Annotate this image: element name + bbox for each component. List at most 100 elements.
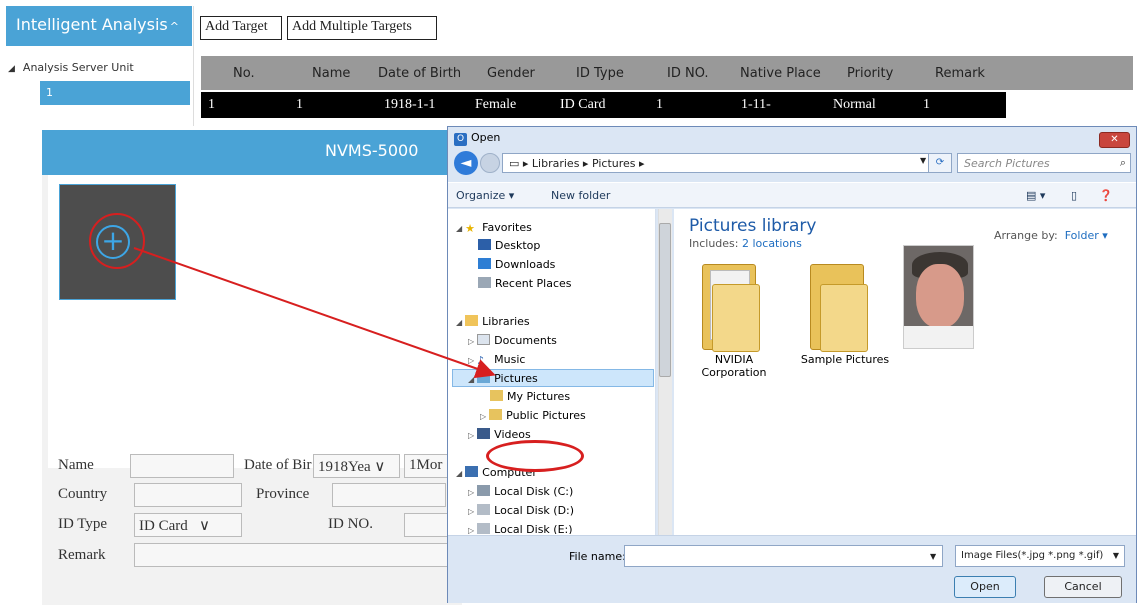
folder-front <box>820 284 868 352</box>
music-icon: ♪ <box>477 354 485 367</box>
tree-node-analysis-server-unit[interactable]: ◢ Analysis Server Unit <box>8 61 134 74</box>
breadcrumb-libraries[interactable]: Libraries <box>532 157 580 170</box>
address-dropdown-icon[interactable]: ▼ <box>920 156 926 165</box>
chevron-up-icon[interactable]: ^ <box>170 20 179 33</box>
column-header-native-place[interactable]: Native Place <box>740 66 821 81</box>
preview-pane-icon[interactable]: ▯ <box>1071 189 1077 202</box>
breadcrumb-pictures[interactable]: Pictures <box>592 157 636 170</box>
arrange-by-dropdown[interactable]: Folder ▾ <box>1065 229 1108 242</box>
nav-item-desktop[interactable]: Desktop <box>478 239 540 252</box>
add-target-button[interactable]: Add Target <box>200 16 282 40</box>
folder-item-sample-pictures[interactable] <box>802 264 872 354</box>
help-icon[interactable]: ❓ <box>1099 189 1113 202</box>
nvms-dialog-title: NVMS-5000 <box>325 141 419 160</box>
nav-item-local-disk-c[interactable]: ▷ Local Disk (C:) <box>468 485 573 498</box>
file-name-field[interactable] <box>624 545 943 567</box>
name-field[interactable] <box>130 454 234 478</box>
add-multiple-targets-button[interactable]: Add Multiple Targets <box>287 16 437 40</box>
province-label: Province <box>256 486 310 502</box>
search-placeholder: Search Pictures <box>964 157 1050 170</box>
organize-menu[interactable]: Organize ▾ <box>456 189 514 202</box>
new-folder-button[interactable]: New folder <box>551 189 610 202</box>
nav-item-music[interactable]: ▷ ♪ Music <box>468 353 526 367</box>
column-header-id-no[interactable]: ID NO. <box>667 66 709 81</box>
forward-arrow-icon[interactable] <box>480 153 500 173</box>
arrange-label: Arrange by: <box>994 229 1058 242</box>
annotation-circle <box>89 213 145 269</box>
open-button[interactable]: Open <box>954 576 1016 598</box>
photo-thumbnail[interactable] <box>903 245 974 349</box>
id-type-value: ID Card <box>139 518 188 534</box>
photo-face <box>916 264 964 328</box>
nav-item-pictures[interactable]: ◢ Pictures <box>468 372 538 385</box>
column-header-id-type[interactable]: ID Type <box>576 66 624 81</box>
column-header-name[interactable]: Name <box>312 66 350 81</box>
chevron-down-icon: ▼ <box>1112 551 1119 560</box>
sidebar-divider <box>193 6 194 126</box>
nav-scrollbar-thumb[interactable] <box>659 223 671 377</box>
organize-label: Organize <box>456 189 506 202</box>
collapse-triangle-icon[interactable]: ◢ <box>8 64 15 74</box>
country-field[interactable] <box>134 483 242 507</box>
dob-label: Date of Bir <box>244 457 312 473</box>
column-header-dob[interactable]: Date of Birth <box>378 66 461 81</box>
file-name-dropdown-icon[interactable]: ▼ <box>930 552 936 561</box>
dob-year-select[interactable]: 1918Yea ∨ <box>313 454 400 478</box>
back-arrow-icon[interactable]: ◄ <box>454 151 478 175</box>
nav-item-local-disk-e[interactable]: ▷ Local Disk (E:) <box>468 523 573 534</box>
computer-icon <box>465 466 479 477</box>
open-dialog-app-icon: O <box>454 133 467 146</box>
remark-field[interactable] <box>134 543 448 567</box>
folder-item-nvidia[interactable] <box>694 264 764 354</box>
refresh-icon[interactable]: ⟳ <box>928 153 952 173</box>
recent-places-icon <box>478 277 491 288</box>
nvms-dialog-title-bar[interactable]: NVMS-5000 <box>42 130 462 175</box>
column-header-remark[interactable]: Remark <box>935 66 985 81</box>
file-type-filter-value: Image Files(*.jpg *.png *.gif) <box>961 550 1104 561</box>
tree-node-label: Analysis Server Unit <box>22 61 134 74</box>
tree-item-unit-1[interactable]: 1 <box>40 81 190 105</box>
nav-item-recent-places[interactable]: Recent Places <box>478 277 572 290</box>
nav-label: Pictures <box>494 372 538 385</box>
locations-link[interactable]: 2 locations <box>742 237 802 250</box>
cancel-button[interactable]: Cancel <box>1044 576 1122 598</box>
nav-label: Music <box>494 353 526 366</box>
nav-item-downloads[interactable]: Downloads <box>478 258 555 271</box>
nav-label: Videos <box>494 428 531 441</box>
nav-item-documents[interactable]: ▷ Documents <box>468 334 557 347</box>
open-file-dialog: O Open ✕ ◄ ▭ ▸ Libraries ▸ Pictures ▸ ▼ ⟳… <box>447 126 1137 603</box>
remark-label: Remark <box>58 547 106 563</box>
nav-item-public-pictures[interactable]: ▷ Public Pictures <box>480 409 586 422</box>
pictures-icon <box>477 372 491 383</box>
chevron-down-icon: ∨ <box>199 518 210 534</box>
view-options-icon[interactable]: ▤ ▾ <box>1026 189 1045 202</box>
intelligent-analysis-header[interactable]: Intelligent Analysis ^ <box>6 6 192 46</box>
cell-dob: 1918-1-1 <box>384 97 436 112</box>
table-row[interactable]: 1 1 1918-1-1 Female ID Card 1 1-11- Norm… <box>201 92 1006 118</box>
folder-label-sample-pictures[interactable]: Sample Pictures <box>800 353 890 366</box>
search-input[interactable]: Search Pictures ⌕ <box>957 153 1131 173</box>
arrange-value: Folder <box>1064 229 1099 242</box>
nav-item-local-disk-d[interactable]: ▷ Local Disk (D:) <box>468 504 574 517</box>
nav-item-libraries[interactable]: ◢ Libraries <box>456 315 530 328</box>
id-no-field[interactable] <box>404 513 448 537</box>
column-header-priority[interactable]: Priority <box>847 66 893 81</box>
name-label: Name <box>58 457 94 473</box>
column-header-no[interactable]: No. <box>233 66 255 81</box>
nav-item-my-pictures[interactable]: My Pictures <box>490 390 570 403</box>
star-icon: ★ <box>465 222 476 235</box>
nav-item-videos[interactable]: ▷ Videos <box>468 428 531 441</box>
search-icon[interactable]: ⌕ <box>1120 156 1126 170</box>
nav-item-favorites[interactable]: ◢ ★ Favorites <box>456 221 532 235</box>
column-header-gender[interactable]: Gender <box>487 66 535 81</box>
province-field[interactable] <box>332 483 446 507</box>
folder-front <box>712 284 760 352</box>
close-button[interactable]: ✕ <box>1099 132 1130 148</box>
cell-name: 1 <box>296 97 303 112</box>
folder-label-nvidia[interactable]: NVIDIA Corporation <box>694 353 774 379</box>
dob-month-select[interactable]: 1Mor <box>404 454 448 478</box>
breadcrumb[interactable]: ▭ ▸ Libraries ▸ Pictures ▸ <box>502 153 952 173</box>
id-type-select[interactable]: ID Card ∨ <box>134 513 242 537</box>
cell-id-type: ID Card <box>560 97 606 112</box>
file-type-filter-select[interactable]: Image Files(*.jpg *.png *.gif) ▼ <box>955 545 1125 567</box>
